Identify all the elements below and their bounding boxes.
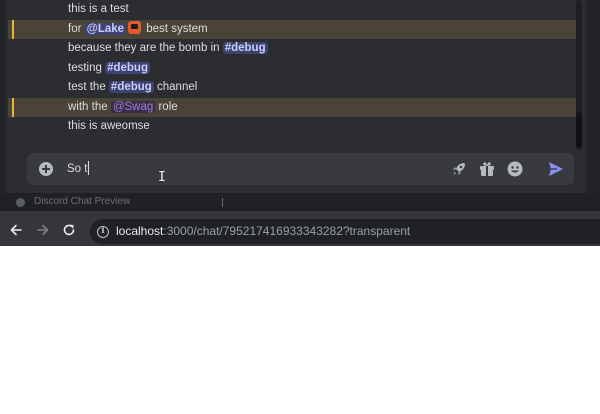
tab-title[interactable]: Discord Chat Preview <box>34 195 130 209</box>
text-cursor-ibeam-icon: I <box>158 170 166 185</box>
message-row: this is a test <box>8 0 576 20</box>
url-path: :3000/chat/795217416933343282?transparen… <box>163 224 411 238</box>
message-row-mentioned: with the @Swag role <box>8 97 576 117</box>
message-list: this is a test for @Lake best system becau… <box>8 0 576 137</box>
site-info-icon[interactable] <box>97 226 109 238</box>
chat-left-edge <box>0 0 6 193</box>
url-host: localhost <box>116 224 164 238</box>
gift-icon[interactable] <box>478 160 496 178</box>
forward-arrow-icon[interactable] <box>36 223 50 237</box>
message-input-value: So t <box>67 163 88 175</box>
message-row: this is aweomse <box>8 117 576 137</box>
message-row: because they are the bomb in #debug <box>8 39 576 59</box>
message-text: role <box>155 100 178 113</box>
message-text: channel <box>153 81 198 93</box>
rocket-icon[interactable] <box>450 160 468 178</box>
role-mention[interactable]: @Swag <box>110 100 156 113</box>
message-composer[interactable]: So t <box>27 153 574 185</box>
back-arrow-icon[interactable] <box>9 223 23 237</box>
message-text: test the <box>68 81 109 93</box>
tab-separator <box>222 198 223 207</box>
message-input[interactable]: So t <box>67 153 417 185</box>
channel-mention[interactable]: #debug <box>105 61 150 74</box>
chat-panel: this is a test for @Lake best system becau… <box>0 0 600 193</box>
train-emoji <box>128 20 142 34</box>
scrollbar-thumb[interactable] <box>576 112 582 148</box>
message-row-mentioned: for @Lake best system <box>8 19 576 39</box>
add-attachment-icon[interactable] <box>39 162 53 176</box>
message-text: this is aweomse <box>68 120 150 132</box>
message-text: testing <box>68 61 106 74</box>
url-text[interactable]: localhost:3000/chat/795217416933343282?t… <box>116 219 410 244</box>
message-row: testing #debug <box>8 59 576 79</box>
text-caret <box>88 161 90 175</box>
message-row: test the #debug channel <box>8 78 576 98</box>
chat-right-edge <box>586 0 600 193</box>
message-text: for <box>68 22 85 35</box>
user-mention[interactable]: @Lake <box>84 22 127 35</box>
message-text: this is a test <box>68 3 129 15</box>
tab-favicon-icon <box>16 198 25 207</box>
message-text: because they are the bomb in <box>68 42 223 54</box>
send-icon[interactable] <box>547 160 565 178</box>
reload-icon[interactable] <box>62 223 76 237</box>
message-text: with the <box>68 100 111 113</box>
channel-mention[interactable]: #debug <box>222 42 268 54</box>
message-text: best system <box>143 22 208 35</box>
emoji-picker-icon[interactable] <box>506 160 524 178</box>
channel-mention[interactable]: #debug <box>108 81 154 93</box>
